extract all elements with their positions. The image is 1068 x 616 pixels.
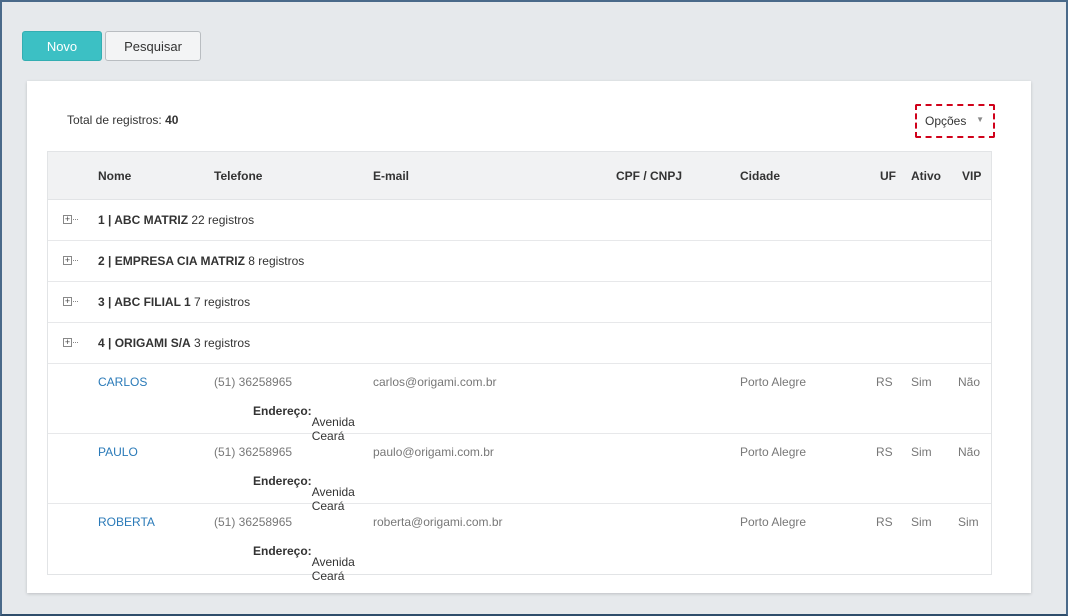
active-cell: Sim xyxy=(911,375,932,389)
uf-cell: RS xyxy=(876,515,893,529)
group-row[interactable]: + 1 | ABC MATRIZ 22 registros xyxy=(48,200,991,241)
table-row[interactable]: ROBERTA (51) 36258965 roberta@origami.co… xyxy=(48,504,991,583)
options-dropdown[interactable]: Opções ▼ xyxy=(915,104,995,138)
header-uf[interactable]: UF xyxy=(880,169,896,183)
address-line: Endereço: Avenida Ceará xyxy=(253,544,355,583)
header-cidade[interactable]: Cidade xyxy=(740,169,780,183)
address-line: Endereço: Avenida Ceará xyxy=(253,474,355,513)
group-title: 3 | ABC FILIAL 1 7 registros xyxy=(98,295,251,309)
header-email[interactable]: E-mail xyxy=(373,169,409,183)
grid-header: Nome Telefone E-mail CPF / CNPJ Cidade U… xyxy=(48,152,991,200)
total-records: Total de registros: 40 xyxy=(67,113,178,127)
group-title: 2 | EMPRESA CIA MATRIZ 8 registros xyxy=(98,254,305,268)
uf-cell: RS xyxy=(876,445,893,459)
vip-cell: Sim xyxy=(958,515,979,529)
contact-name-link[interactable]: CARLOS xyxy=(98,375,147,389)
expand-plus-icon[interactable]: + xyxy=(63,338,78,347)
header-vip[interactable]: VIP xyxy=(962,169,981,183)
header-cpf-cnpj[interactable]: CPF / CNPJ xyxy=(616,169,682,183)
active-cell: Sim xyxy=(911,445,932,459)
phone-cell: (51) 36258965 xyxy=(214,375,293,389)
contact-name-link[interactable]: ROBERTA xyxy=(98,515,155,529)
results-panel: Total de registros: 40 Opções ▼ Nome Tel… xyxy=(27,81,1031,593)
new-button[interactable]: Novo xyxy=(22,31,102,61)
expand-plus-icon[interactable]: + xyxy=(63,215,78,224)
expand-plus-icon[interactable]: + xyxy=(63,256,78,265)
table-row[interactable]: CARLOS (51) 36258965 carlos@origami.com.… xyxy=(48,364,991,443)
group-title: 1 | ABC MATRIZ 22 registros xyxy=(98,213,255,227)
header-telefone[interactable]: Telefone xyxy=(214,169,262,183)
city-cell: Porto Alegre xyxy=(740,375,807,389)
group-title: 4 | ORIGAMI S/A 3 registros xyxy=(98,336,251,350)
table-row[interactable]: PAULO (51) 36258965 paulo@origami.com.br… xyxy=(48,434,991,513)
uf-cell: RS xyxy=(876,375,893,389)
records-grid: Nome Telefone E-mail CPF / CNPJ Cidade U… xyxy=(47,151,992,583)
vip-cell: Não xyxy=(958,445,981,459)
contact-name-link[interactable]: PAULO xyxy=(98,445,138,459)
group-row[interactable]: + 3 | ABC FILIAL 1 7 registros xyxy=(48,282,991,323)
city-cell: Porto Alegre xyxy=(740,515,807,529)
header-nome[interactable]: Nome xyxy=(98,169,131,183)
phone-cell: (51) 36258965 xyxy=(214,515,293,529)
caret-down-icon: ▼ xyxy=(976,115,984,124)
group-row[interactable]: + 2 | EMPRESA CIA MATRIZ 8 registros xyxy=(48,241,991,282)
header-ativo[interactable]: Ativo xyxy=(911,169,941,183)
vip-cell: Não xyxy=(958,375,981,389)
toolbar: Novo Pesquisar xyxy=(22,31,201,61)
email-cell: roberta@origami.com.br xyxy=(373,515,503,529)
group-row[interactable]: + 4 | ORIGAMI S/A 3 registros xyxy=(48,323,991,364)
expand-plus-icon[interactable]: + xyxy=(63,297,78,306)
options-label: Opções xyxy=(925,114,967,128)
email-cell: carlos@origami.com.br xyxy=(373,375,497,389)
total-value: 40 xyxy=(165,113,179,127)
address-line: Endereço: Avenida Ceará xyxy=(253,404,355,443)
phone-cell: (51) 36258965 xyxy=(214,445,293,459)
total-label: Total de registros: xyxy=(67,113,162,127)
city-cell: Porto Alegre xyxy=(740,445,807,459)
active-cell: Sim xyxy=(911,515,932,529)
email-cell: paulo@origami.com.br xyxy=(373,445,494,459)
search-button[interactable]: Pesquisar xyxy=(105,31,201,61)
